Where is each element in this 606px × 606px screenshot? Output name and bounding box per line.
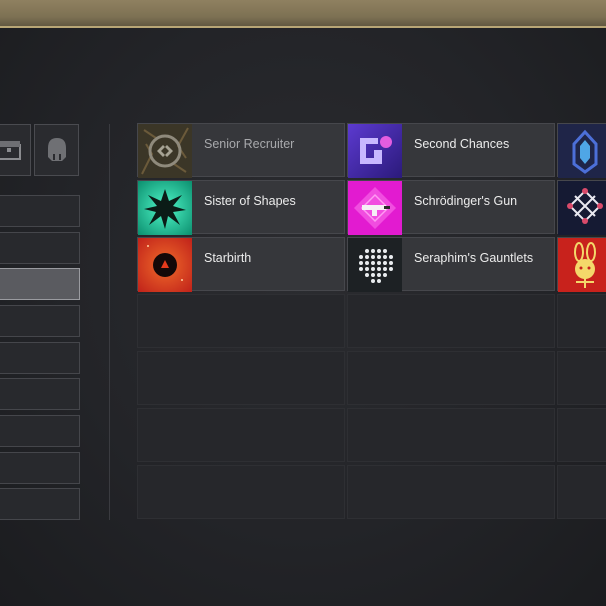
item-tile[interactable]: Senior Recruiter [137,123,345,178]
empty-slot [347,294,555,348]
empty-slot [557,294,606,348]
item-name: Sister of Shapes [204,194,296,208]
empty-slot [557,465,606,519]
category-row[interactable] [0,232,80,264]
panel-divider [109,124,110,520]
empty-slot [137,294,345,348]
category-row[interactable] [0,305,80,337]
geometric-node-emblem-icon [558,181,606,235]
item-tile[interactable]: Starbirth [137,237,345,292]
empty-slot [347,408,555,462]
item-tile[interactable]: Second Chances [347,123,555,178]
sister-of-shapes-emblem-icon [138,181,192,235]
item-tile[interactable]: Sister of Shapes [137,180,345,235]
ghost-filter-button[interactable] [34,124,79,176]
category-row[interactable] [0,415,80,447]
item-name: Seraphim's Gauntlets [414,251,534,265]
item-tile[interactable]: Schrödinger's Gun [347,180,555,235]
category-row[interactable] [0,488,80,520]
empty-slot [557,408,606,462]
item-name: Starbirth [204,251,252,265]
blue-crest-emblem-icon [558,124,606,178]
seraphims-gauntlets-emblem-icon [348,238,402,292]
category-row[interactable] [0,378,80,410]
empty-slot [137,351,345,405]
empty-slot [347,351,555,405]
category-row-selected[interactable] [0,268,80,300]
chest-filter-button[interactable] [0,124,31,176]
senior-recruiter-emblem-icon [138,124,192,178]
empty-slot [137,408,345,462]
category-row[interactable] [0,195,80,227]
item-name: Schrödinger's Gun [414,194,518,208]
ghost-shell-icon [47,138,66,161]
category-row[interactable] [0,452,80,484]
top-header-bar [0,0,606,28]
second-chances-emblem-icon [348,124,402,178]
starbirth-emblem-icon [138,238,192,292]
item-name: Second Chances [414,137,510,151]
empty-slot [557,351,606,405]
schrodingers-gun-emblem-icon [348,181,402,235]
item-tile[interactable] [557,123,606,178]
empty-slot [137,465,345,519]
item-name: Senior Recruiter [204,137,295,151]
category-row[interactable] [0,342,80,374]
item-tile[interactable] [557,180,606,235]
item-tile[interactable] [557,237,606,292]
rabbit-emblem-icon [558,238,606,292]
item-tile[interactable]: Seraphim's Gauntlets [347,237,555,292]
chest-icon [0,141,21,160]
empty-slot [347,465,555,519]
